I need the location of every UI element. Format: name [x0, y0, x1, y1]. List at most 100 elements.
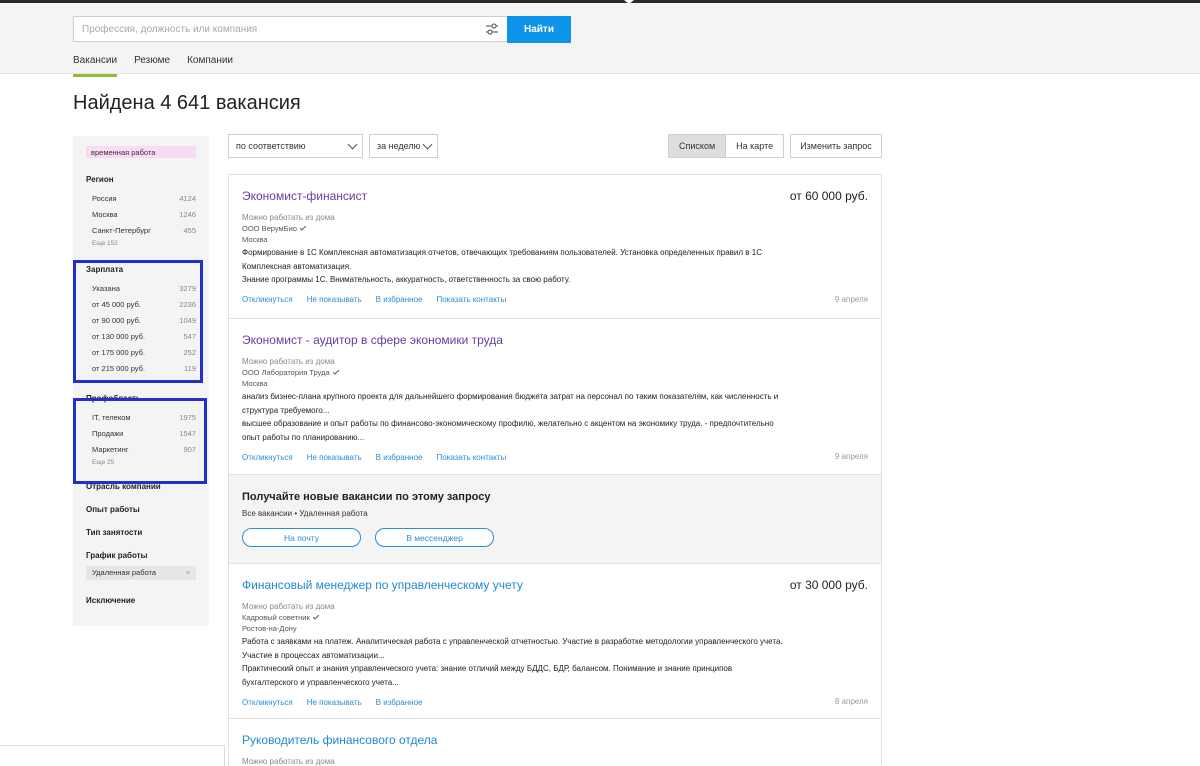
filter-schedule[interactable]: График работы [86, 551, 196, 564]
show-more-link[interactable]: Еще 152 [86, 240, 196, 247]
filter-option-count: 1975 [179, 412, 196, 422]
verified-check-icon [299, 224, 307, 231]
filter-option[interactable]: от 45 000 руб. 2236 [86, 296, 196, 312]
respond-link[interactable]: Откликнуться [242, 698, 293, 707]
results-controls: по соответствию за неделю Списком На кар… [228, 134, 882, 158]
filter-option-label: от 215 000 руб. [92, 363, 146, 373]
view-list-button[interactable]: Списком [669, 135, 726, 157]
hide-link[interactable]: Не показывать [307, 453, 362, 462]
change-query-button[interactable]: Изменить запрос [790, 134, 882, 158]
filter-option-label: Указана [92, 283, 120, 293]
tab-vacancies[interactable]: Вакансии [73, 55, 118, 77]
view-map-button[interactable]: На карте [725, 135, 784, 157]
active-filter-tag[interactable]: временная работа [86, 146, 196, 158]
vacancy-actions: Откликнуться Не показывать В избранное 8… [242, 694, 868, 710]
filter-option-label: Продажи [92, 428, 124, 438]
filter-option[interactable]: Указана 3279 [86, 280, 196, 296]
filter-option[interactable]: от 215 000 руб. 119 [86, 360, 196, 376]
search-box [73, 16, 508, 42]
show-contacts-link[interactable]: Показать контакты [436, 453, 506, 462]
filter-option[interactable]: Россия 4124 [86, 190, 196, 206]
subscribe-email-button[interactable]: На почту [242, 528, 361, 547]
hide-link[interactable]: Не показывать [307, 698, 362, 707]
filter-option-count: 2236 [179, 299, 196, 309]
verified-check-icon [332, 368, 339, 375]
filter-experience[interactable]: Опыт работы [86, 505, 196, 528]
filter-option-count: 3279 [179, 283, 196, 293]
vacancy-title-link[interactable]: Экономист - аудитор в сфере экономики тр… [242, 333, 503, 347]
filter-option-label: от 175 000 руб. [92, 347, 146, 357]
tab-resumes[interactable]: Резюме [134, 55, 170, 75]
vacancy-card: Руководитель финансового отдела Можно ра… [229, 719, 881, 766]
view-toggle: Списком На карте [668, 134, 785, 158]
filter-heading: Зарплата [86, 265, 124, 274]
vacancy-date: 9 апреля [834, 294, 868, 304]
favorite-link[interactable]: В избранное [376, 295, 423, 304]
vacancy-company[interactable]: ООО Лаборатория Труда [242, 368, 330, 377]
filter-industry[interactable]: Отрасль компании [86, 482, 196, 505]
filter-option[interactable]: Продажи 1547 [86, 425, 196, 441]
filter-option-count: 907 [183, 444, 196, 454]
sort-select[interactable]: по соответствию [228, 134, 363, 158]
filter-option-label: от 130 000 руб. [92, 331, 146, 341]
filter-option-label: IT, телеком [92, 412, 131, 422]
vacancy-card: Финансовый менеджер по управленческому у… [229, 564, 881, 719]
filter-employment[interactable]: Тип занятости [86, 528, 196, 551]
chevron-down-icon [422, 139, 433, 150]
vacancy-salary: от 30 000 руб. [789, 578, 868, 592]
find-button[interactable]: Найти [507, 16, 571, 43]
schedule-chip[interactable]: Удаленная работа × [86, 566, 196, 580]
filter-option[interactable]: IT, телеком 1975 [86, 409, 196, 425]
close-icon[interactable]: × [186, 568, 190, 578]
vacancy-title-link[interactable]: Руководитель финансового отдела [242, 733, 437, 747]
vacancy-title-link[interactable]: Экономист-финансист [242, 189, 367, 203]
filter-option[interactable]: от 130 000 руб. 547 [86, 328, 196, 344]
respond-link[interactable]: Откликнуться [242, 453, 293, 462]
filter-option-label: Москва [92, 209, 118, 219]
filter-profarea: Профобласть IT, телеком 1975 Продажи 1547 … [86, 394, 196, 466]
vacancy-city: Москва [242, 379, 268, 388]
subscribe-messenger-button[interactable]: В мессенджер [375, 528, 494, 547]
filter-settings-icon[interactable] [485, 22, 499, 36]
search-input[interactable] [74, 17, 474, 41]
hide-link[interactable]: Не показывать [307, 295, 362, 304]
subscribe-title: Получайте новые вакансии по этому запрос… [242, 491, 491, 503]
filter-option-count: 1246 [179, 209, 196, 219]
filter-option[interactable]: от 90 000 руб. 1049 [86, 312, 196, 328]
favorite-link[interactable]: В избранное [376, 453, 423, 462]
filter-option-count: 119 [184, 363, 196, 373]
schedule-chip-label: Удаленная работа [92, 568, 157, 577]
vacancy-remote: Можно работать из дома [242, 757, 335, 766]
filter-option-count: 455 [183, 225, 196, 235]
period-select-value: за неделю [377, 141, 421, 151]
respond-link[interactable]: Откликнуться [242, 295, 293, 304]
filter-option[interactable]: Маркетинг 907 [86, 441, 196, 457]
tab-companies[interactable]: Компании [187, 55, 233, 75]
filter-option-count: 252 [183, 347, 196, 357]
vacancy-title-link[interactable]: Финансовый менеджер по управленческому у… [242, 578, 523, 592]
period-select[interactable]: за неделю [369, 134, 438, 158]
chevron-down-icon [347, 139, 358, 150]
filter-option[interactable]: Санкт-Петербург 455 [86, 222, 196, 238]
vacancy-salary: от 60 000 руб. [789, 189, 868, 203]
filter-option-label: Санкт-Петербург [92, 225, 151, 235]
vacancy-actions: Откликнуться Не показывать В избранное П… [242, 292, 868, 308]
filter-option-count: 1049 [179, 315, 196, 325]
filter-option-count: 1547 [179, 428, 196, 438]
filter-option-label: Россия [92, 193, 117, 203]
filter-option-count: 547 [183, 331, 196, 341]
favorite-link[interactable]: В избранное [376, 698, 423, 707]
show-contacts-link[interactable]: Показать контакты [436, 295, 506, 304]
page-title: Найдена 4 641 вакансия [73, 92, 301, 114]
vacancy-company[interactable]: Кадровый советник [242, 613, 310, 622]
filter-option[interactable]: Москва 1246 [86, 206, 196, 222]
show-more-link[interactable]: Еще 25 [86, 459, 196, 466]
filter-exclude[interactable]: Исключение [86, 596, 196, 619]
bottom-left-panel [0, 745, 225, 766]
vacancy-remote: Можно работать из дома [242, 602, 335, 611]
vacancy-card: Экономист - аудитор в сфере экономики тр… [229, 319, 881, 475]
vacancy-company[interactable]: ООО ВерумБио [242, 224, 297, 233]
filter-option-label: от 90 000 руб. [92, 315, 141, 325]
vacancy-card: Экономист-финансист от 60 000 руб. Можно… [229, 175, 881, 319]
filter-option[interactable]: от 175 000 руб. 252 [86, 344, 196, 360]
